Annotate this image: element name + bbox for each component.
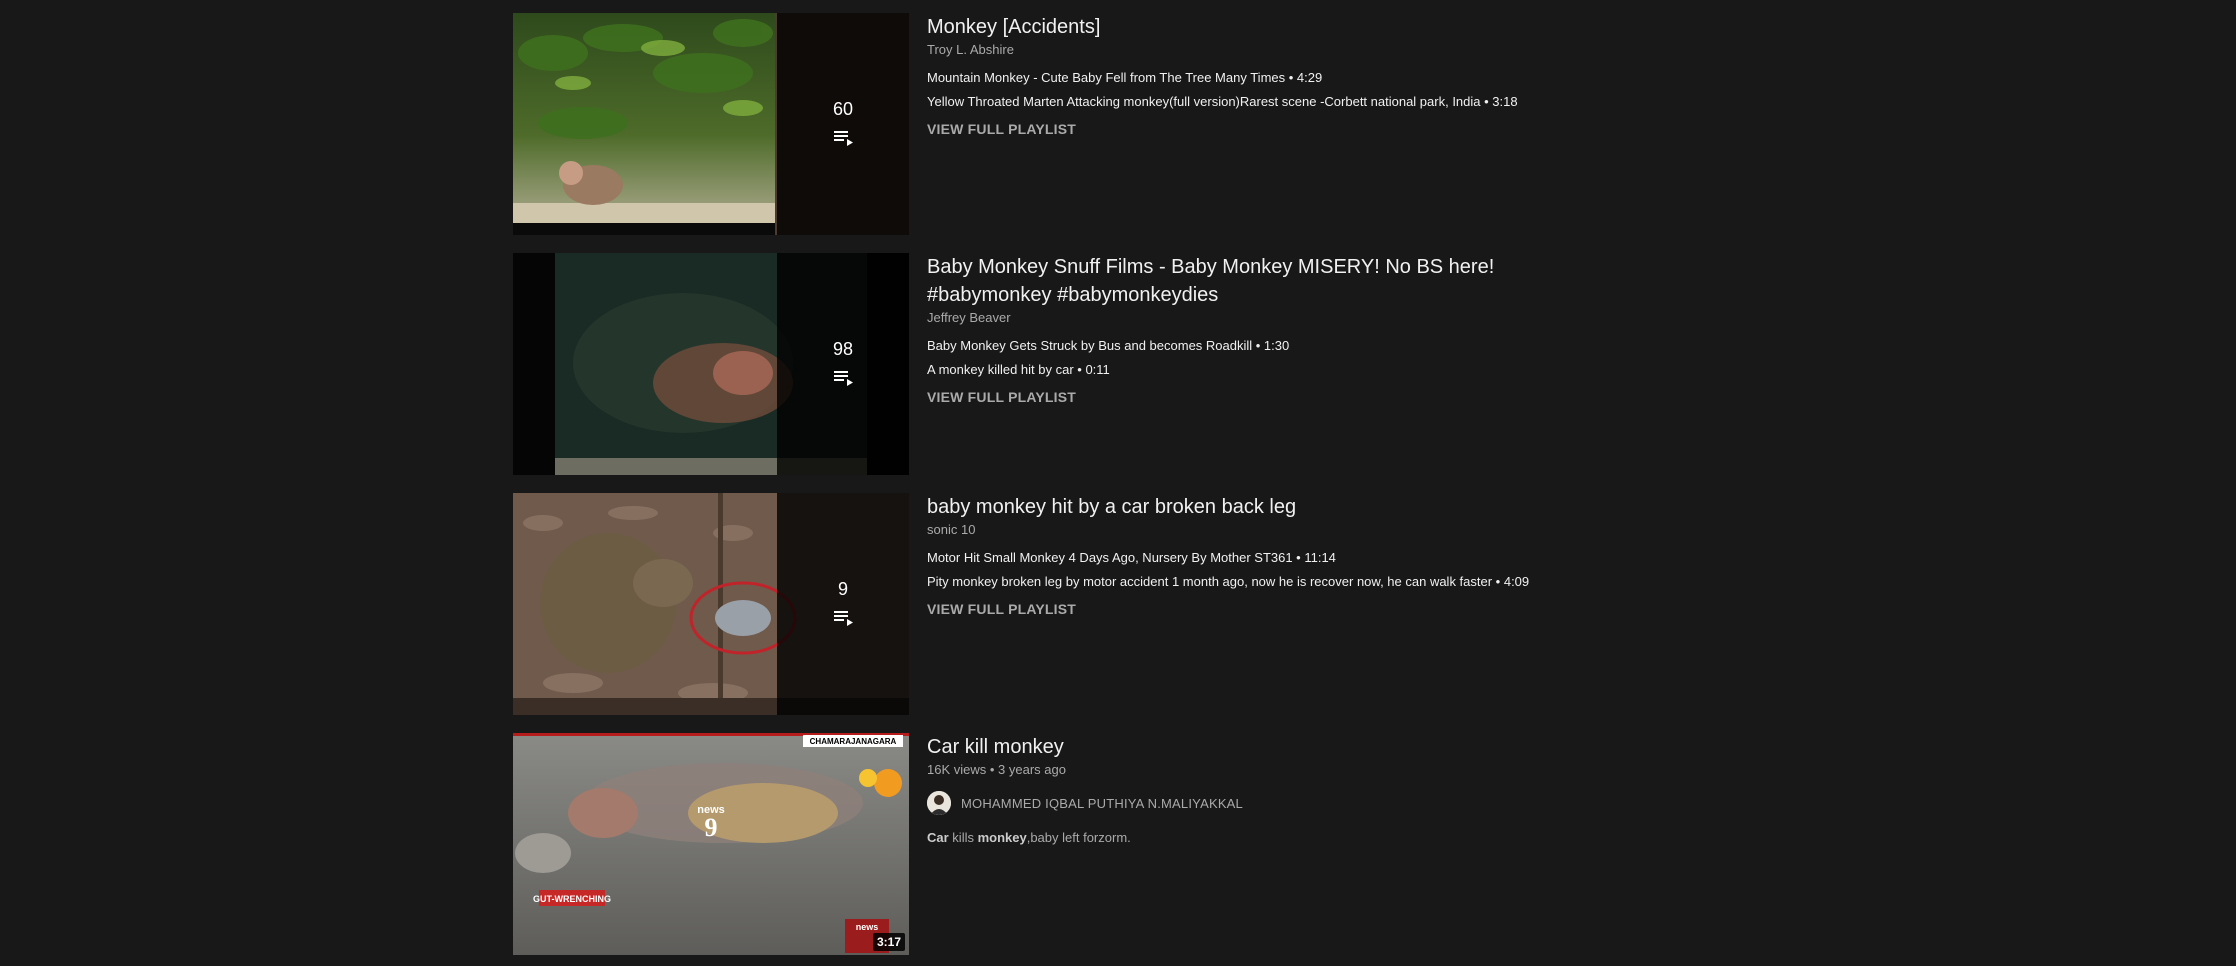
playlist-video-item[interactable]: Motor Hit Small Monkey 4 Days Ago, Nurse…	[927, 549, 1807, 567]
channel-row: MOHAMMED IQBAL PUTHIYA N.MALIYAKKAL	[927, 791, 1807, 815]
video-description: Car kills monkey,baby left forzorm.	[927, 829, 1807, 847]
video-result: CHAMARAJANAGARA news 9 GUT-WRENCHING new…	[513, 733, 1813, 955]
video-metadata: 16K views • 3 years ago	[927, 762, 1066, 777]
playlist-thumbnail[interactable]: 9	[513, 493, 909, 715]
view-full-playlist-link[interactable]: VIEW FULL PLAYLIST	[927, 389, 1076, 405]
playlist-video-item[interactable]: A monkey killed hit by car • 0:11	[927, 361, 1807, 379]
result-info: Baby Monkey Snuff Films - Baby Monkey MI…	[927, 253, 1807, 407]
avatar[interactable]	[927, 791, 951, 815]
video-count: 98	[832, 339, 854, 359]
playlist-video-item[interactable]: Pity monkey broken leg by motor accident…	[927, 573, 1807, 591]
playlist-icon	[834, 611, 853, 626]
thumb-corner-logo-text: news	[856, 922, 879, 932]
playlist-videos: Motor Hit Small Monkey 4 Days Ago, Nurse…	[927, 549, 1807, 591]
avatar-icon	[927, 791, 951, 815]
video-count: 9	[837, 579, 848, 599]
playlist-result: 60 Monkey [Accidents] Troy L. Abshire Mo…	[513, 13, 1813, 235]
video-duration: 3:17	[872, 933, 905, 951]
playlist-videos: Baby Monkey Gets Struck by Bus and becom…	[927, 337, 1807, 379]
channel-name[interactable]: sonic 10	[927, 521, 1807, 539]
playlist-thumbnail[interactable]: 98	[513, 253, 909, 475]
thumb-location-label: CHAMARAJANAGARA	[810, 737, 897, 746]
playlist-video-item[interactable]: Yellow Throated Marten Attacking monkey(…	[927, 93, 1807, 111]
playlist-video-item[interactable]: Mountain Monkey - Cute Baby Fell from Th…	[927, 69, 1807, 87]
playlist-videos: Mountain Monkey - Cute Baby Fell from Th…	[927, 69, 1807, 111]
playlist-thumbnail[interactable]: 60	[513, 13, 909, 235]
result-title[interactable]: Baby Monkey Snuff Films - Baby Monkey MI…	[927, 253, 1807, 309]
playlist-icon	[834, 131, 853, 146]
channel-name[interactable]: Jeffrey Beaver	[927, 309, 1807, 327]
video-thumbnail[interactable]: CHAMARAJANAGARA news 9 GUT-WRENCHING new…	[513, 733, 909, 955]
result-title[interactable]: baby monkey hit by a car broken back leg	[927, 493, 1807, 521]
description-text: ,baby left forzorm.	[1026, 830, 1131, 845]
playlist-count-overlay: 9	[777, 493, 909, 715]
view-full-playlist-link[interactable]: VIEW FULL PLAYLIST	[927, 121, 1076, 137]
playlist-video-item[interactable]: Baby Monkey Gets Struck by Bus and becom…	[927, 337, 1807, 355]
playlist-result: 9 baby monkey hit by a car broken back l…	[513, 493, 1813, 715]
view-full-playlist-link[interactable]: VIEW FULL PLAYLIST	[927, 601, 1076, 617]
thumbnail-image: CHAMARAJANAGARA news 9 GUT-WRENCHING new…	[513, 733, 909, 955]
result-title-line: Baby Monkey Snuff Films - Baby Monkey MI…	[927, 256, 1495, 278]
thumb-banner-text: GUT-WRENCHING	[533, 894, 611, 904]
result-info: Monkey [Accidents] Troy L. Abshire Mount…	[927, 13, 1807, 139]
result-info: Car kill monkey 16K views • 3 years ago …	[927, 733, 1807, 847]
playlist-result: 98 Baby Monkey Snuff Films - Baby Monkey…	[513, 253, 1813, 475]
video-count: 60	[832, 99, 854, 119]
channel-name[interactable]: MOHAMMED IQBAL PUTHIYA N.MALIYAKKAL	[961, 796, 1243, 811]
result-title-line: #babymonkey #babymonkeydies	[927, 284, 1219, 306]
playlist-icon	[834, 371, 853, 386]
description-highlight: monkey	[977, 830, 1027, 845]
playlist-count-overlay: 98	[777, 253, 909, 475]
description-highlight: Car	[927, 830, 949, 845]
playlist-count-overlay: 60	[777, 13, 909, 235]
result-title[interactable]: Monkey [Accidents]	[927, 13, 1807, 41]
result-info: baby monkey hit by a car broken back leg…	[927, 493, 1807, 619]
thumb-news-number: 9	[705, 813, 718, 842]
description-text: kills	[948, 830, 978, 845]
channel-name[interactable]: Troy L. Abshire	[927, 41, 1807, 59]
result-title[interactable]: Car kill monkey	[927, 733, 1807, 761]
